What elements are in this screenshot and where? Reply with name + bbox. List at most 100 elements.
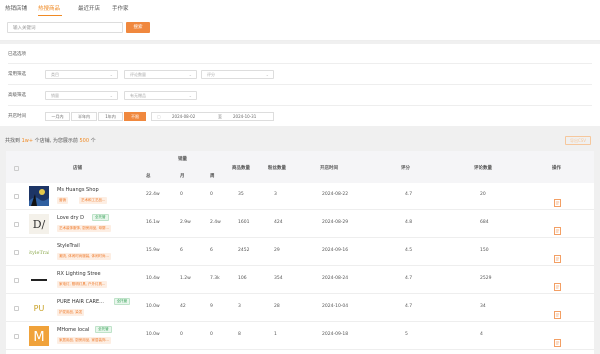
date-to: 2024-10-31 — [233, 114, 257, 119]
row-checkbox[interactable] — [14, 222, 19, 227]
cell-rating: 5 — [405, 332, 408, 337]
header-total[interactable]: 总 — [146, 173, 151, 179]
shop-logo: D/ — [29, 214, 49, 234]
cell-reviews: 20 — [480, 192, 486, 197]
table-row[interactable]: D/Love dry D 全托管 艺术装饰服饰, 厨房用品, 母婴... 16.1w 2… — [6, 211, 594, 238]
shop-name[interactable]: MHome local — [57, 327, 89, 333]
open-time-label: 开店时间 — [8, 114, 26, 119]
cell-reviews: 150 — [480, 248, 489, 253]
header-reviews[interactable]: 评论数量 — [474, 165, 492, 171]
category-tag: 护发用品, 染发 — [57, 309, 85, 316]
cell-month: 2.9w — [180, 220, 191, 225]
sales-select[interactable]: 销量 ⌄ — [45, 91, 118, 100]
table-row[interactable]: PU PURE HAIR CARE... 全托管 护发用品, 染发 10.0w 42 9 3 2… — [6, 295, 594, 322]
divider — [8, 84, 592, 85]
shop-name[interactable]: PURE HAIR CARE... — [57, 299, 104, 305]
cell-total: 10.0w — [146, 304, 160, 309]
header-week[interactable]: 周 — [210, 173, 215, 179]
chevron-down-icon: ⌄ — [109, 72, 113, 77]
document-icon[interactable] — [554, 220, 561, 235]
svg-text:D/: D/ — [33, 218, 46, 231]
table-row[interactable]: RX Lighting Stree 家电灯, 照明灯具, 户外灯具... 10.4w… — [6, 267, 594, 294]
cell-products: 2452 — [238, 248, 250, 253]
document-icon[interactable] — [554, 248, 561, 263]
shop-name[interactable]: RX Lighting Stree — [57, 271, 101, 277]
cell-reviews: 684 — [480, 220, 489, 225]
category-tag: 家电灯, 照明灯具, 户外灯具... — [57, 281, 108, 288]
shop-logo: StyleTrail — [27, 242, 52, 262]
row-checkbox[interactable] — [14, 334, 19, 339]
time-option-unlimited[interactable]: 不限 — [124, 112, 146, 121]
cell-week: 9 — [210, 304, 213, 309]
date-separator: 至 — [218, 114, 222, 119]
summary-prefix: 共找到 — [5, 138, 21, 144]
cell-opened: 2024-08-29 — [322, 220, 349, 225]
cell-opened: 2024-08-24 — [322, 276, 349, 281]
rating-select[interactable]: 评分 ⌄ — [201, 70, 274, 79]
header-followers[interactable]: 粉丝数量 — [268, 165, 286, 171]
time-option-1month[interactable]: 一月内 — [45, 112, 70, 121]
cell-opened: 2024-09-18 — [322, 332, 349, 337]
cell-followers: 354 — [274, 276, 283, 281]
shop-logo: PU — [29, 298, 49, 318]
advanced-filter-label: 高级筛选 — [8, 93, 26, 98]
cell-rating: 4.7 — [405, 304, 413, 309]
time-option-1year[interactable]: 1年内 — [98, 112, 123, 121]
shop-name[interactable]: Ms Huangs Shop — [57, 187, 99, 193]
tab-hot-shops[interactable]: 热销店铺 — [5, 4, 27, 12]
document-icon[interactable] — [554, 332, 561, 347]
cell-followers: 3 — [274, 192, 277, 197]
chevron-down-icon: ⌄ — [109, 93, 113, 98]
common-filter-label: 常用筛选 — [8, 72, 26, 77]
cell-opened: 2024-09-16 — [322, 248, 349, 253]
cell-total: 22.4w — [146, 192, 160, 197]
row-checkbox[interactable] — [14, 306, 19, 311]
gift-select[interactable]: 有无赠品 ⌄ — [124, 91, 197, 100]
select-all-checkbox[interactable] — [14, 166, 19, 171]
row-checkbox[interactable] — [14, 194, 19, 199]
table-row[interactable]: Ms Huangs Shop 营销 艺术和工艺品... 22.4w 0 0 35 3 2024-… — [6, 183, 594, 210]
table-row[interactable]: M MHome local 全托管 家居用品, 厨房用品, 家居装饰... 10.0w 0… — [6, 323, 594, 350]
cell-rating: 4.7 — [405, 192, 413, 197]
header-month[interactable]: 月 — [180, 173, 185, 179]
cell-products: 35 — [238, 192, 244, 197]
row-checkbox[interactable] — [14, 250, 19, 255]
header-shop: 店铺 — [73, 166, 82, 171]
tab-hot-products[interactable]: 热搜商品 — [38, 4, 60, 12]
cell-total: 10.0w — [146, 332, 160, 337]
cell-reviews: 2529 — [480, 276, 492, 281]
table-row[interactable]: StyleTrail StyleTrail 潮流, 体闲时尚服装, 体闲时尚... 1… — [6, 239, 594, 266]
cell-followers: 1 — [274, 332, 277, 337]
export-csv-button[interactable]: 导出CSV — [565, 136, 591, 145]
header-products[interactable]: 商品数量 — [232, 165, 250, 171]
chevron-down-icon: ⌄ — [188, 72, 192, 77]
header-rating[interactable]: 评分 — [401, 165, 410, 171]
header-opened[interactable]: 开店时间 — [320, 165, 338, 171]
result-summary: 共找到 1w+ 个店铺, 为您展示前 500 个 — [5, 137, 96, 144]
shop-name[interactable]: Love dry D — [57, 215, 84, 221]
cell-reviews: 4 — [480, 332, 483, 337]
time-option-halfyear[interactable]: 半年内 — [71, 112, 97, 121]
document-icon[interactable] — [554, 304, 561, 319]
gift-select-value: 有无赠品 — [130, 93, 146, 98]
table-header: 店铺 销量 总 月 周 商品数量 粉丝数量 开店时间 评分 评论数量 操作 — [6, 151, 594, 183]
row-checkbox[interactable] — [14, 278, 19, 283]
tab-new-shops[interactable]: 最近开店 — [78, 4, 100, 12]
document-icon[interactable] — [554, 276, 561, 291]
shop-name[interactable]: StyleTrail — [57, 243, 80, 249]
category-select[interactable]: 类目 ⌄ — [45, 70, 118, 79]
date-from: 2024-08-02 — [172, 114, 196, 119]
date-range-picker[interactable]: ▢ 2024-08-02 至 2024-10-31 — [151, 112, 274, 121]
tab-makers[interactable]: 手作家 — [112, 4, 129, 12]
cell-followers: 28 — [274, 304, 280, 309]
search-input[interactable]: 输入关键词 — [7, 22, 123, 33]
top-tabs: 热销店铺 热搜商品 最近开店 手作家 — [0, 0, 600, 17]
search-button[interactable]: 搜索 — [126, 22, 150, 33]
document-icon[interactable] — [554, 192, 561, 207]
cell-month: 0 — [180, 332, 183, 337]
shop-logo: M — [29, 326, 49, 346]
selected-options-label: 已选选项 — [8, 52, 26, 57]
summary-shown: 500 — [79, 138, 89, 144]
shop-logo — [29, 270, 49, 290]
review-count-select[interactable]: 评论数量 ⌄ — [124, 70, 197, 79]
